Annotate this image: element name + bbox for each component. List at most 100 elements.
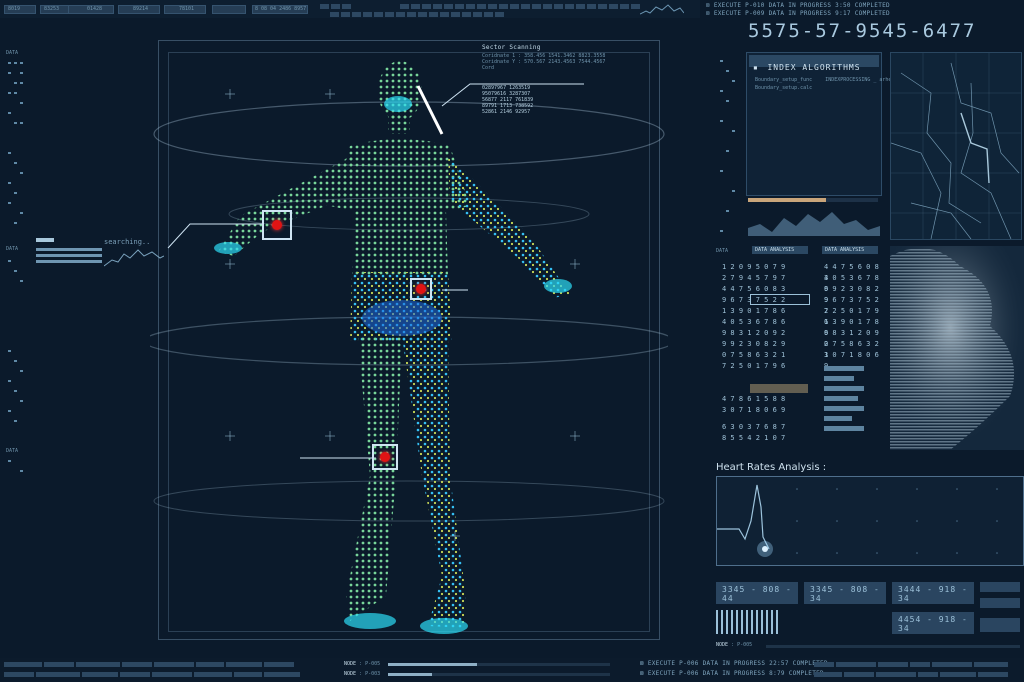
value-box-small — [980, 582, 1020, 592]
heart-rate-title: Heart Rates Analysis : — [716, 462, 827, 473]
data-analysis-tab[interactable]: DATA ANALYSIS — [752, 246, 808, 254]
exec-code: P-009 — [745, 10, 765, 17]
grid-row: 3 0 7 1 8 0 6 9 — [722, 406, 786, 414]
scan-number: 52861 2146 92957 — [482, 109, 531, 115]
index-title-icon: ▪ — [753, 63, 758, 72]
searching-widget: searching.. — [34, 236, 164, 270]
scan-number-list: 02897967 1263519 95079616 3287307 56877 … — [482, 85, 632, 115]
data-number-grid: 1 2 0 9 5 0 7 9 2 7 9 4 5 7 9 7 4 4 7 5 … — [722, 262, 812, 452]
grid-row: 2 7 9 4 5 7 9 7 — [722, 274, 786, 282]
top-chip: 78101 — [164, 5, 206, 14]
grid-row: 0 7 5 8 6 3 2 1 — [722, 351, 786, 359]
node-label: NODE — [344, 661, 357, 667]
data-strip — [36, 248, 102, 251]
bottom-segment-row — [4, 662, 294, 667]
target-marker-torso[interactable] — [410, 278, 432, 300]
coord-label: Cord — [482, 65, 495, 71]
data-strip — [36, 260, 102, 263]
data-label: DATA — [716, 248, 729, 254]
target-dot — [272, 220, 282, 230]
sector-scanning-readout: Sector Scanning Coridnate 1 : 358.456 15… — [482, 44, 632, 134]
left-data-column: DATA — [6, 50, 32, 472]
exec-status: DATA IN PROGRESS — [702, 660, 766, 667]
heart-rate-chart — [716, 476, 1024, 566]
exec-label: EXECUTE — [713, 10, 742, 17]
texture-scan-panel — [890, 246, 1024, 450]
node-progress-right — [766, 645, 1020, 648]
top-status-bar: 8019 83253 01428 89214 78101 8 08 04 248… — [0, 0, 700, 18]
bottom-segment-row — [814, 672, 1008, 677]
exec-value: 22:57 — [769, 660, 789, 667]
scan-viewport: Sector Scanning Coridnate 1 : 358.456 15… — [150, 36, 668, 646]
exec-result: COMPLETED — [854, 10, 890, 17]
exec-label: EXECUTE — [647, 670, 676, 677]
grid-row: 1 3 9 0 1 7 8 6 — [722, 307, 786, 315]
top-chip-text: 8 08 04 2486 8957 — [255, 6, 307, 12]
big-id-number: 5575-57-9545-6477 — [748, 20, 977, 42]
value-box: 3444 - 918 - 34 — [892, 582, 974, 604]
right-ticker — [720, 60, 735, 232]
value-box-small — [980, 598, 1020, 608]
exec-status: DATA IN PROGRESS — [702, 670, 766, 677]
exec-code: P-006 — [679, 660, 699, 667]
exec-icon: ⊠ — [706, 10, 710, 17]
map-panel — [890, 52, 1022, 240]
node-label: NODE — [716, 642, 729, 648]
index-title: INDEX ALGORITHMS — [767, 63, 861, 72]
top-segment-row — [330, 12, 504, 17]
grid-row: 6 3 0 3 7 6 8 7 — [722, 423, 786, 431]
node-progress — [388, 663, 610, 666]
exec-line: ⊠ EXECUTE P-009 DATA IN PROGRESS 9:17 CO… — [706, 10, 890, 17]
top-chip-text: 89214 — [133, 6, 149, 12]
index-progress-bar — [748, 198, 878, 202]
progress-chip — [36, 238, 54, 242]
grid-row: 8 5 5 4 2 1 0 7 — [722, 434, 786, 442]
node-code: P-003 — [365, 671, 381, 677]
top-chip-text: 83253 — [44, 6, 60, 12]
target-dot — [416, 284, 426, 294]
top-chip: 8 08 04 2486 8957 — [252, 5, 308, 14]
barcode-bars — [716, 610, 780, 634]
index-algorithms-panel: ▪ INDEX ALGORITHMS Boundary_setup_func I… — [746, 52, 922, 196]
data-analysis-tab[interactable]: DATA ANALYSIS — [822, 246, 878, 254]
highlight-cell — [750, 294, 810, 305]
exec-code: P-010 — [745, 2, 765, 9]
value-box-small — [980, 618, 1020, 632]
top-chip: 01428 — [68, 5, 114, 14]
node-label: NODE — [344, 671, 357, 677]
exec-value: 9:17 — [835, 10, 851, 17]
grid-row: 9 8 3 1 2 0 9 2 — [722, 329, 786, 337]
exec-status: DATA IN PROGRESS — [768, 2, 832, 9]
exec-value: 3:50 — [835, 2, 851, 9]
exec-label: EXECUTE — [713, 2, 742, 9]
top-chip: 8019 — [4, 5, 36, 14]
index-title-bar: ▪ INDEX ALGORITHMS — [749, 55, 879, 72]
index-line: Boundary_setup_func INDEXPROCESSING _ ar… — [755, 77, 922, 83]
data-analysis-tab-label: DATA ANALYSIS — [755, 247, 795, 253]
target-marker-knee[interactable] — [372, 444, 398, 470]
grid-row: 7 2 5 0 1 7 9 6 — [722, 362, 786, 370]
target-dot — [380, 452, 390, 462]
texture-scan — [890, 246, 1024, 450]
sector-title: Sector Scanning — [482, 44, 541, 51]
searching-label: searching.. — [104, 238, 151, 246]
top-chip: 89214 — [118, 5, 160, 14]
value-box: 4454 - 918 - 34 — [892, 612, 974, 634]
bottom-status-bar: NODE : P-005 NODE : P-003 ⊠ EXECUTE P-00… — [0, 658, 1024, 682]
node-code: P-005 — [737, 642, 753, 648]
grid-row: 4 0 5 3 6 7 8 6 — [722, 318, 786, 326]
data-analysis-header: DATA DATA ANALYSIS DATA ANALYSIS — [716, 246, 886, 256]
exec-icon: ⊠ — [706, 2, 710, 9]
target-marker-arm[interactable] — [262, 210, 292, 240]
node-line: NODE : P-003 — [344, 671, 381, 677]
node-line: NODE : P-005 — [344, 661, 381, 667]
top-segment-row — [400, 4, 640, 9]
map-lines — [891, 53, 1021, 239]
index-line-text: Boundary_setup.calc — [755, 85, 813, 91]
top-right-status: ⊠ EXECUTE P-010 DATA IN PROGRESS 3:50 CO… — [706, 2, 1024, 18]
grid-row: 9 9 2 3 0 8 2 9 — [722, 340, 786, 348]
top-chip — [212, 5, 246, 14]
highlight-cell — [750, 384, 808, 393]
side-code: DATA — [6, 50, 19, 56]
top-chip-text: 78101 — [179, 6, 195, 12]
